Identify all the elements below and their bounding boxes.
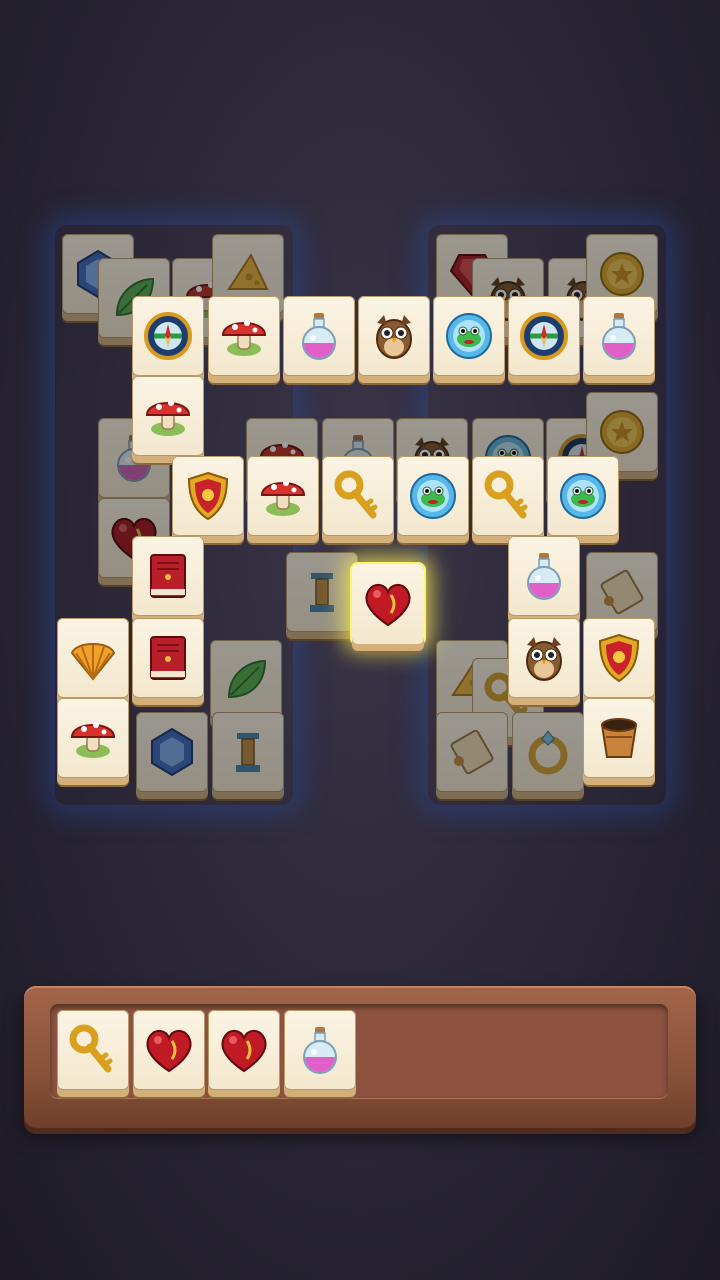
board-tile-mushroom[interactable] <box>132 376 204 456</box>
board-tile-book[interactable] <box>132 536 204 616</box>
board-tile-pillar <box>286 552 358 632</box>
ring-icon <box>521 725 575 779</box>
tray-tile-potion <box>283 1010 356 1090</box>
mushroom-icon <box>141 389 195 443</box>
frog-orb-icon <box>556 469 610 523</box>
leaf-icon <box>219 653 273 707</box>
board-tile-potion[interactable] <box>583 296 655 376</box>
key-icon <box>66 1023 120 1077</box>
board-tile-shell[interactable] <box>57 618 129 698</box>
board-tile-owl[interactable] <box>358 296 430 376</box>
potion-icon <box>293 1023 347 1077</box>
board-tile-bucket[interactable] <box>583 698 655 778</box>
board-tile-key[interactable] <box>322 456 394 536</box>
potion-icon <box>292 309 346 363</box>
tray-tile-heart <box>208 1010 280 1090</box>
tray-tile-key <box>57 1010 129 1090</box>
board-tile-mushroom[interactable] <box>57 698 129 778</box>
board-tile-ring <box>512 712 584 792</box>
board-tile-potion[interactable] <box>283 296 355 376</box>
scroll-icon <box>595 565 649 619</box>
tray-tile-heart <box>132 1010 205 1090</box>
frog-orb-icon <box>442 309 496 363</box>
board-tile-key[interactable] <box>472 456 544 536</box>
shell-icon <box>66 631 120 685</box>
shield-icon <box>592 631 646 685</box>
bucket-icon <box>592 711 646 765</box>
cheese-icon <box>221 247 275 301</box>
coin-icon <box>595 247 649 301</box>
game-board <box>0 0 720 900</box>
board-tile-frog-orb[interactable] <box>397 456 469 536</box>
scroll-icon <box>445 725 499 779</box>
mushroom-icon <box>66 711 120 765</box>
board-tile-compass[interactable] <box>508 296 580 376</box>
board-tile-compass[interactable] <box>132 296 204 376</box>
key-icon <box>481 469 535 523</box>
board-tile-owl[interactable] <box>508 618 580 698</box>
potion-icon <box>517 549 571 603</box>
compass-icon <box>141 309 195 363</box>
key-icon <box>331 469 385 523</box>
frog-orb-icon <box>406 469 460 523</box>
shield-icon <box>181 469 235 523</box>
board-tile-book[interactable] <box>132 618 204 698</box>
compass-icon <box>517 309 571 363</box>
board-tile-shield[interactable] <box>583 618 655 698</box>
owl-icon <box>517 631 571 685</box>
mushroom-icon <box>217 309 271 363</box>
board-tile-frog-orb[interactable] <box>433 296 505 376</box>
board-tile-potion[interactable] <box>508 536 580 616</box>
board-tile-frog-orb[interactable] <box>547 456 619 536</box>
board-tile-mushroom[interactable] <box>208 296 280 376</box>
mushroom-icon <box>256 469 310 523</box>
coin-icon <box>595 405 649 459</box>
heart-icon <box>142 1023 196 1077</box>
heart-icon <box>361 577 415 631</box>
board-tile-gem-blue <box>136 712 208 792</box>
owl-icon <box>367 309 421 363</box>
board-tile-shield[interactable] <box>172 456 244 536</box>
book-icon <box>141 549 195 603</box>
board-tile-mushroom[interactable] <box>247 456 319 536</box>
pillar-icon <box>295 565 349 619</box>
board-tile-scroll <box>436 712 508 792</box>
board-tile-leaf <box>210 640 282 720</box>
board-tile-pillar <box>212 712 284 792</box>
gem-blue-icon <box>145 725 199 779</box>
potion-icon <box>592 309 646 363</box>
heart-icon <box>217 1023 271 1077</box>
pillar-icon <box>221 725 275 779</box>
board-tile-heart[interactable] <box>352 564 424 644</box>
book-icon <box>141 631 195 685</box>
